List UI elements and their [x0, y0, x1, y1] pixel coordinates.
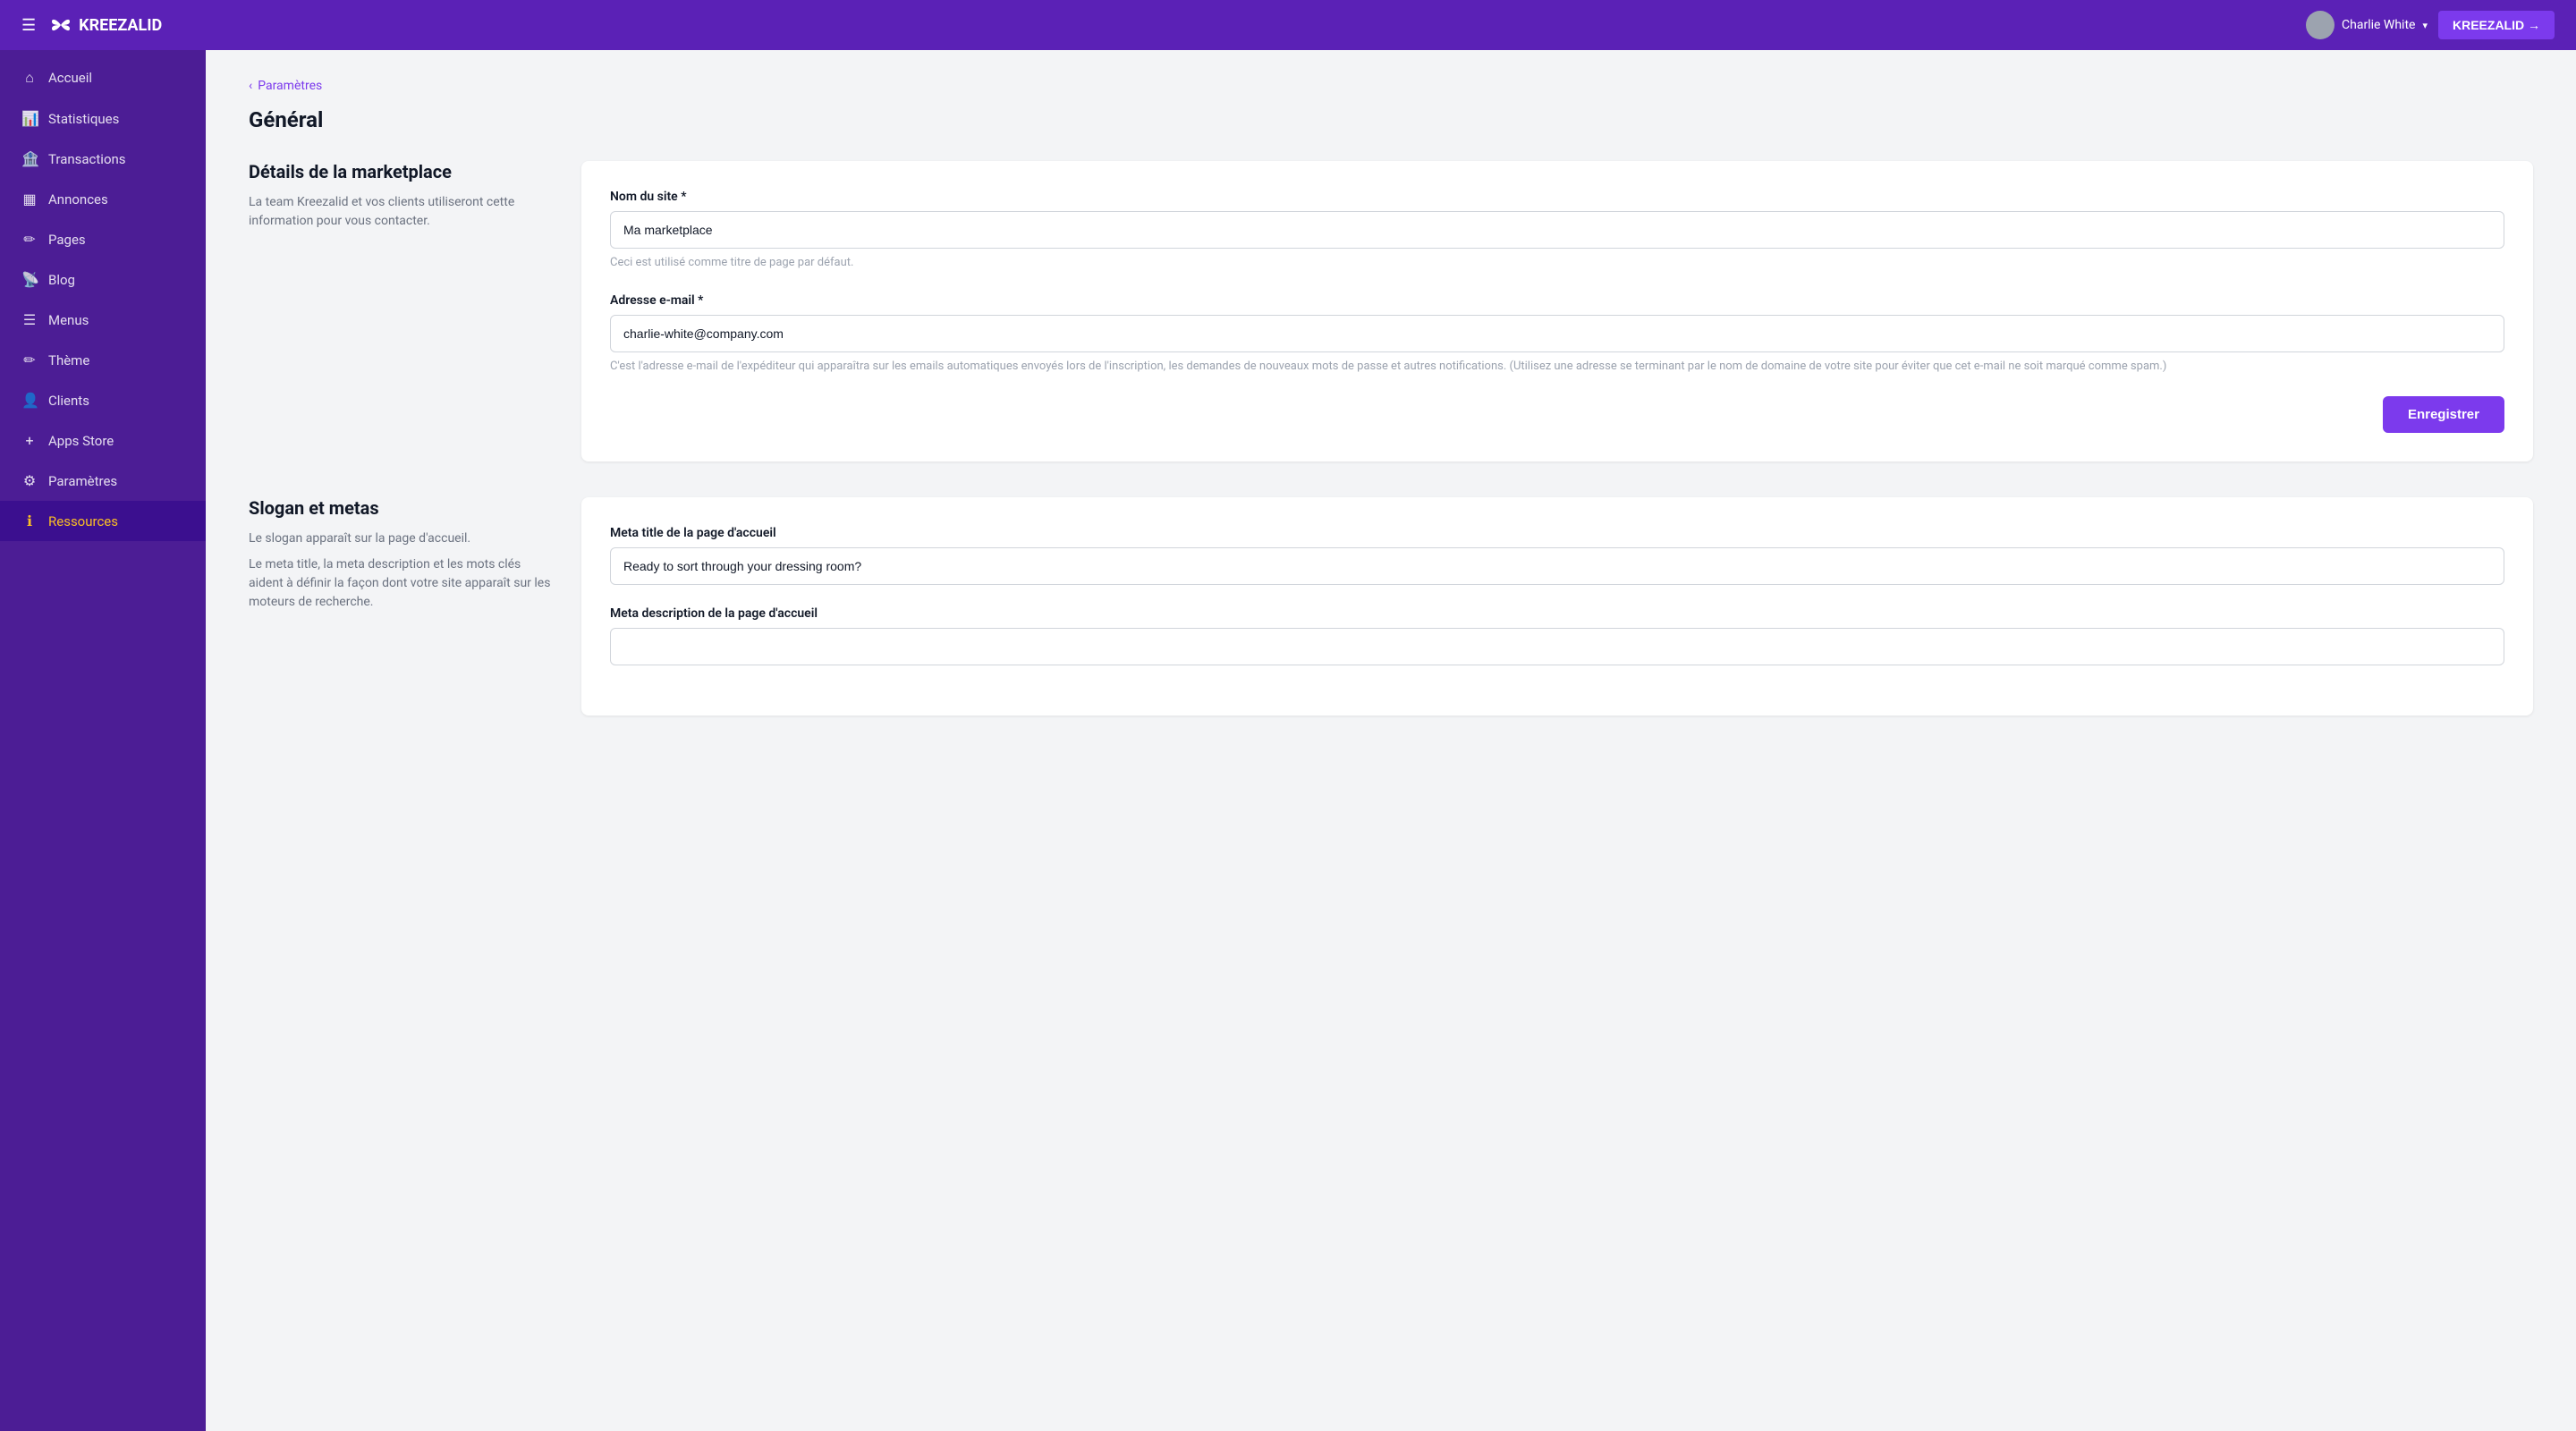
blog-icon: 📡 [21, 271, 38, 288]
sidebar-label-accueil: Accueil [48, 70, 92, 86]
logo: KREEZALID [50, 14, 162, 36]
meta-desc-input[interactable] [610, 628, 2504, 665]
marketplace-form-card: Nom du site * Ceci est utilisé comme tit… [581, 161, 2533, 461]
site-name-label: Nom du site * [610, 190, 2504, 204]
butterfly-icon [50, 14, 72, 36]
menus-icon: ☰ [21, 311, 38, 328]
user-name: Charlie White [2342, 18, 2415, 32]
save-button[interactable]: Enregistrer [2383, 396, 2504, 433]
sidebar-label-theme: Thème [48, 352, 89, 368]
email-hint: C'est l'adresse e-mail de l'expéditeur q… [610, 358, 2504, 376]
apps-icon: + [21, 432, 38, 449]
sidebar-label-parametres: Paramètres [48, 473, 117, 489]
sidebar-label-transactions: Transactions [48, 151, 126, 167]
sidebar-item-ressources[interactable]: ℹ Ressources [0, 501, 206, 541]
email-input[interactable] [610, 315, 2504, 352]
chevron-down-icon [2422, 20, 2428, 31]
sidebar-item-menus[interactable]: ☰ Menus [0, 300, 206, 340]
page-title: Général [249, 107, 2533, 132]
hamburger-icon[interactable]: ☰ [21, 16, 36, 35]
slogan-desc-1: Le slogan apparaît sur la page d'accueil… [249, 529, 553, 548]
slogan-desc-2: Le meta title, la meta description et le… [249, 555, 553, 612]
clients-icon: 👤 [21, 392, 38, 409]
logo-text: KREEZALID [79, 16, 162, 35]
transactions-icon: 🏦 [21, 150, 38, 167]
slogan-section-left: Slogan et metas Le slogan apparaît sur l… [249, 497, 553, 716]
sidebar-item-apps-store[interactable]: + Apps Store [0, 420, 206, 461]
sidebar-item-accueil[interactable]: ⌂ Accueil [0, 57, 206, 98]
sidebar-label-annonces: Annonces [48, 191, 108, 207]
sidebar-label-clients: Clients [48, 393, 89, 409]
sidebar-item-parametres[interactable]: ⚙ Paramètres [0, 461, 206, 501]
sidebar-item-annonces[interactable]: ▦ Annonces [0, 179, 206, 219]
avatar [2306, 11, 2334, 39]
meta-desc-group: Meta description de la page d'accueil [610, 606, 2504, 665]
sidebar-label-ressources: Ressources [48, 513, 118, 529]
sidebar-label-apps-store: Apps Store [48, 433, 114, 449]
marketplace-desc: La team Kreezalid et vos clients utilise… [249, 193, 553, 231]
chart-icon: 📊 [21, 110, 38, 127]
ressources-icon: ℹ [21, 512, 38, 529]
sidebar-label-menus: Menus [48, 312, 89, 328]
sidebar-item-pages[interactable]: ✏ Pages [0, 219, 206, 259]
marketplace-section: Détails de la marketplace La team Kreeza… [249, 161, 2533, 461]
site-name-group: Nom du site * Ceci est utilisé comme tit… [610, 190, 2504, 272]
site-name-input[interactable] [610, 211, 2504, 249]
meta-title-group: Meta title de la page d'accueil [610, 526, 2504, 585]
sidebar-item-statistiques[interactable]: 📊 Statistiques [0, 98, 206, 139]
meta-title-label: Meta title de la page d'accueil [610, 526, 2504, 540]
marketplace-title: Détails de la marketplace [249, 161, 553, 182]
layout: ⌂ Accueil 📊 Statistiques 🏦 Transactions … [0, 50, 2576, 1431]
breadcrumb-label: Paramètres [258, 79, 322, 93]
home-icon: ⌂ [21, 69, 38, 87]
topnav: ☰ KREEZALID Charlie White KREEZALID → [0, 0, 2576, 50]
meta-title-input[interactable] [610, 547, 2504, 585]
sidebar-item-theme[interactable]: ✏ Thème [0, 340, 206, 380]
slogan-section: Slogan et metas Le slogan apparaît sur l… [249, 497, 2533, 716]
sidebar-item-transactions[interactable]: 🏦 Transactions [0, 139, 206, 179]
main-content: ‹ Paramètres Général Détails de la marke… [206, 50, 2576, 1431]
slogan-form-card: Meta title de la page d'accueil Meta des… [581, 497, 2533, 716]
user-menu[interactable]: Charlie White [2306, 11, 2428, 39]
settings-icon: ⚙ [21, 472, 38, 489]
slogan-title: Slogan et metas [249, 497, 553, 519]
sidebar-label-blog: Blog [48, 272, 75, 288]
sidebar: ⌂ Accueil 📊 Statistiques 🏦 Transactions … [0, 50, 206, 1431]
site-name-hint: Ceci est utilisé comme titre de page par… [610, 254, 2504, 272]
marketplace-section-left: Détails de la marketplace La team Kreeza… [249, 161, 553, 461]
sidebar-item-clients[interactable]: 👤 Clients [0, 380, 206, 420]
breadcrumb[interactable]: ‹ Paramètres [249, 79, 2533, 93]
meta-desc-label: Meta description de la page d'accueil [610, 606, 2504, 621]
sidebar-label-statistiques: Statistiques [48, 111, 119, 127]
sidebar-item-blog[interactable]: 📡 Blog [0, 259, 206, 300]
form-actions: Enregistrer [610, 396, 2504, 433]
kreezalid-button[interactable]: KREEZALID → [2438, 11, 2555, 39]
sidebar-label-pages: Pages [48, 232, 86, 248]
email-label: Adresse e-mail * [610, 293, 2504, 308]
theme-icon: ✏ [21, 351, 38, 368]
breadcrumb-arrow: ‹ [249, 79, 252, 93]
annonces-icon: ▦ [21, 191, 38, 207]
pages-icon: ✏ [21, 231, 38, 248]
email-group: Adresse e-mail * C'est l'adresse e-mail … [610, 293, 2504, 376]
